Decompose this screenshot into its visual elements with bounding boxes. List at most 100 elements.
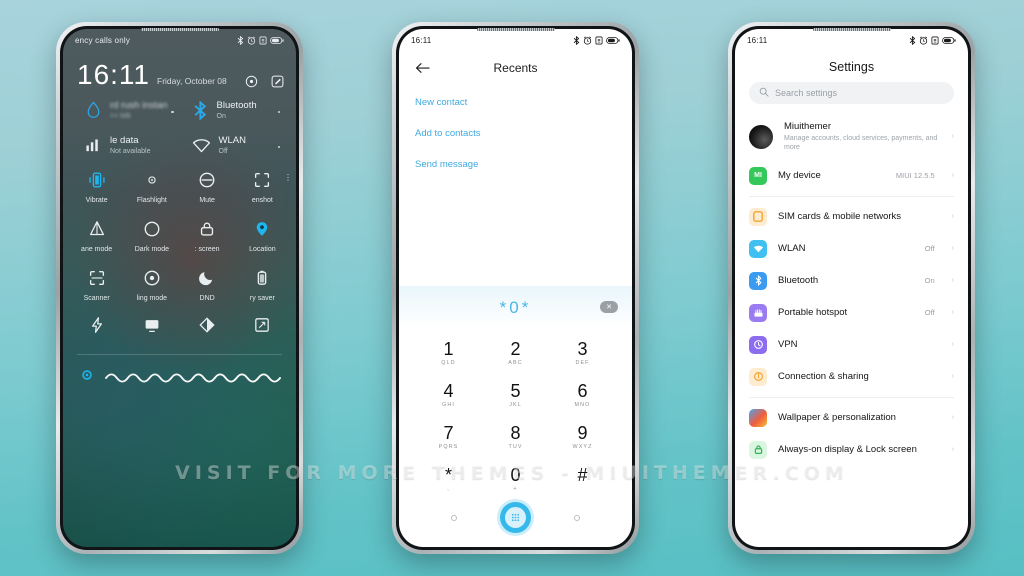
earpiece-speaker-icon: [140, 28, 219, 31]
toggle-location[interactable]: Location: [235, 218, 290, 253]
toggle-airplane-mode[interactable]: ane mode: [69, 218, 124, 253]
location-icon: [251, 218, 273, 240]
dialpad-call-icon[interactable]: [499, 502, 531, 533]
list-divider: [749, 195, 954, 197]
key-1[interactable]: 1 QLD: [415, 334, 482, 372]
wave-slider[interactable]: [104, 369, 282, 387]
key-5[interactable]: 5 JKL: [482, 376, 549, 414]
key-7[interactable]: 7 PQRS: [415, 418, 482, 456]
account-desc: Manage accounts, cloud services, payment…: [784, 134, 938, 152]
action-send-message[interactable]: Send message: [415, 159, 616, 170]
settings-row-account[interactable]: Miuithemer Manage accounts, cloud servic…: [735, 114, 968, 160]
toggle-dark-mode[interactable]: Dark mode: [124, 218, 179, 253]
brightness-slider-row[interactable]: [63, 355, 296, 388]
toggle-label: Vibrate: [85, 197, 108, 204]
settings-row-wallpaper[interactable]: Wallpaper & personalization ›: [735, 402, 968, 434]
lock-screen-icon: [196, 218, 218, 240]
row-text: WLAN: [778, 243, 914, 255]
big-tile-data[interactable]: rd rush instan == MB: [73, 100, 180, 120]
nav-dot-icon[interactable]: [450, 514, 457, 521]
toggle-label: Dark mode: [134, 246, 169, 253]
wifi-icon: [192, 139, 210, 153]
big-tile-bluetooth[interactable]: Bluetooth On: [180, 100, 287, 120]
settings-row-vpn[interactable]: VPN ›: [735, 329, 968, 361]
action-add-to-contacts[interactable]: Add to contacts: [415, 128, 616, 139]
key-digit: 2: [510, 338, 521, 359]
toggle-scanner[interactable]: Scanner: [69, 267, 124, 302]
big-tile-wlan[interactable]: WLAN Off: [180, 135, 287, 155]
row-label: Bluetooth: [778, 274, 819, 286]
settings-row-aod-lock-screen[interactable]: Always-on display & Lock screen ›: [735, 434, 968, 466]
dnd-moon-icon: [196, 267, 218, 289]
big-tile-title: Bluetooth: [216, 100, 257, 112]
key-4[interactable]: 4 GHI: [415, 376, 482, 414]
toggle-contrast[interactable]: [180, 314, 235, 342]
dialed-number[interactable]: *0*: [500, 298, 532, 318]
tile-expand-dot[interactable]: [277, 110, 280, 113]
toggle-mute[interactable]: Mute: [180, 169, 235, 204]
edit-icon[interactable]: [271, 75, 284, 88]
nav-dot-icon[interactable]: [574, 514, 581, 521]
settings-row-portable-hotspot[interactable]: Portable hotspot Off ›: [735, 297, 968, 329]
toggle-label: enshot: [251, 197, 273, 204]
chevron-right-icon: ›: [951, 133, 954, 141]
more-toggles-icon[interactable]: ⋮: [284, 173, 292, 182]
key-9[interactable]: 9 WXYZ: [549, 418, 616, 456]
tile-expand-dot[interactable]: [171, 110, 174, 113]
toggle-flashlight[interactable]: Flashlight: [124, 169, 179, 204]
bluetooth-icon: [749, 271, 767, 290]
key-2[interactable]: 2 ABC: [482, 334, 549, 372]
toggle-screenshot[interactable]: enshot ⋮: [235, 169, 292, 204]
toggle-vibrate[interactable]: Vibrate: [69, 169, 124, 204]
resize-icon: [251, 314, 273, 336]
key-hash[interactable]: #: [549, 460, 616, 498]
key-3[interactable]: 3 DEF: [549, 334, 616, 372]
lock-icon: [749, 440, 767, 459]
phone-2-screen: 16:11 Recents New contact Add to contact…: [399, 29, 632, 547]
key-letters: QLD: [441, 359, 456, 366]
account-text: Miuithemer Manage accounts, cloud servic…: [784, 121, 941, 153]
toggle-lock-screen[interactable]: : screen: [180, 218, 235, 253]
key-6[interactable]: 6 MNO: [549, 376, 616, 414]
settings-row-my-device[interactable]: MI My device MIUI 12.5.5 ›: [735, 160, 968, 192]
toggle-resize[interactable]: [235, 314, 290, 342]
toggle-reading-mode[interactable]: ling mode: [124, 267, 179, 302]
settings-gear-icon[interactable]: [245, 75, 258, 88]
back-arrow-icon[interactable]: [413, 59, 431, 77]
row-text: Wallpaper & personalization: [778, 412, 941, 424]
settings-row-wlan[interactable]: WLAN Off ›: [735, 233, 968, 265]
key-0[interactable]: 0 +: [482, 460, 549, 498]
backspace-icon[interactable]: ✕: [600, 301, 618, 313]
settings-row-connection-sharing[interactable]: Connection & sharing ›: [735, 361, 968, 393]
alarm-icon: [247, 36, 256, 45]
mi-logo-icon: MI: [749, 166, 767, 185]
chevron-right-icon: ›: [951, 341, 954, 349]
key-star[interactable]: *,: [415, 460, 482, 498]
contrast-icon: [196, 314, 218, 336]
toggle-label: ry saver: [249, 295, 275, 302]
toggle-dnd[interactable]: DND: [180, 267, 235, 302]
wifi-icon: [749, 239, 767, 258]
row-text: Always-on display & Lock screen: [778, 444, 941, 456]
search-input[interactable]: Search settings: [749, 82, 954, 104]
big-tile-mobile-data[interactable]: le data Not available: [73, 135, 180, 155]
phone-3-screen: 16:11 Settings Search settings Miuitheme…: [735, 29, 968, 547]
toggle-lightning[interactable]: [69, 314, 124, 342]
page-title: Settings: [828, 60, 875, 74]
row-text: Connection & sharing: [778, 371, 924, 383]
quick-toggles-row-4: [63, 302, 296, 342]
settings-row-sim-cards[interactable]: SIM cards & mobile networks ›: [735, 201, 968, 233]
search-icon: [759, 84, 769, 102]
status-time: 16:11: [747, 35, 768, 45]
toggle-battery-saver[interactable]: ry saver: [235, 267, 290, 302]
settings-row-bluetooth[interactable]: Bluetooth On ›: [735, 265, 968, 297]
device-text: My device: [778, 170, 885, 182]
sim-icon: [931, 36, 939, 44]
key-letters: ,: [447, 485, 450, 492]
row-label: SIM cards & mobile networks: [778, 210, 902, 222]
dialer-title: Recents: [493, 61, 538, 75]
key-8[interactable]: 8 TUV: [482, 418, 549, 456]
toggle-cast[interactable]: [124, 314, 179, 342]
action-new-contact[interactable]: New contact: [415, 97, 616, 108]
tile-expand-dot[interactable]: [277, 145, 280, 148]
